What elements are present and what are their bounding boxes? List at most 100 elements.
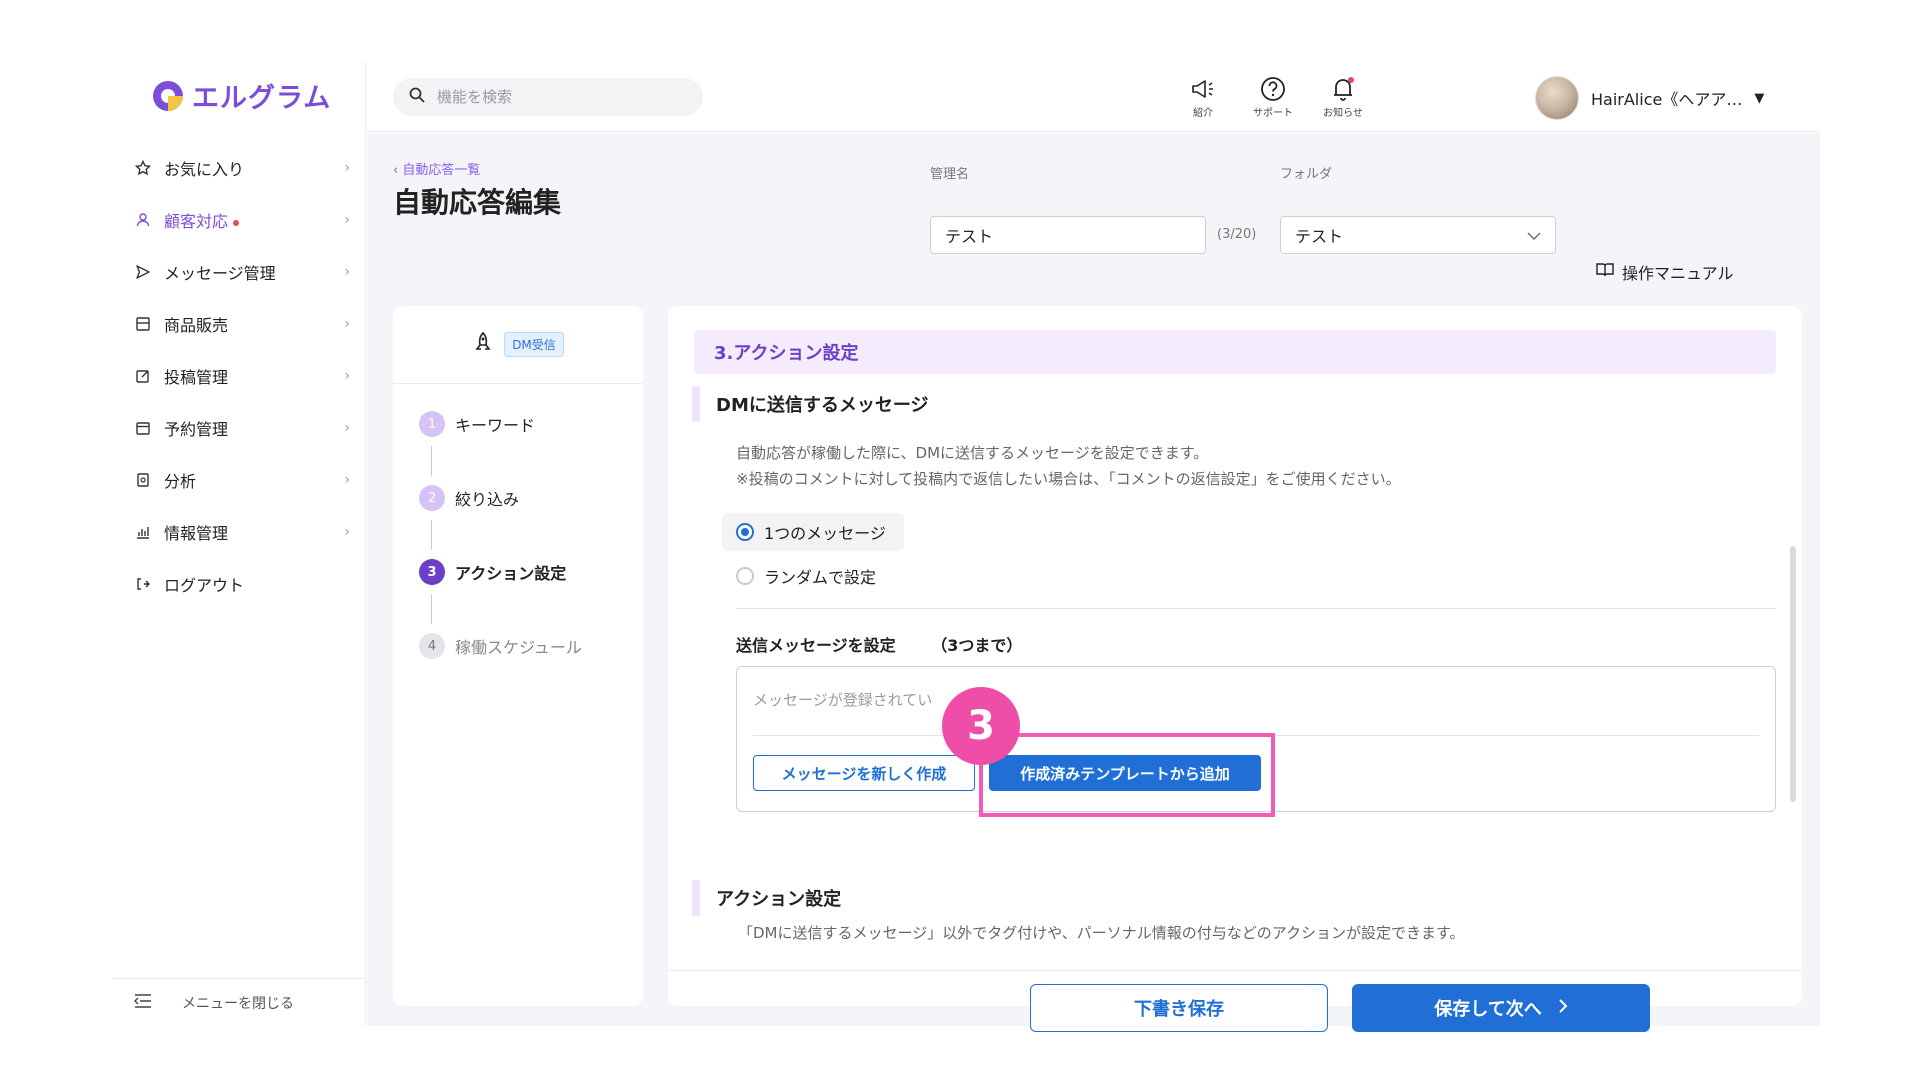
save-next-button[interactable]: 保存して次へ <box>1352 984 1650 1032</box>
notifications-button[interactable]: お知らせ <box>1315 74 1371 119</box>
calendar-icon <box>134 419 152 437</box>
sidebar-item-logout[interactable]: ログアウト <box>112 558 366 610</box>
section-divider <box>736 608 1776 609</box>
star-icon <box>134 159 152 177</box>
create-message-button[interactable]: メッセージを新しく作成 <box>753 755 975 791</box>
sidebar-item-label: メッセージ管理 <box>164 264 276 283</box>
trigger-header: DM受信 <box>393 306 643 384</box>
brand-name: エルグラム <box>192 83 332 114</box>
sidebar-item-sales[interactable]: 商品販売 › <box>112 298 366 350</box>
folder-value: テスト <box>1295 227 1344 246</box>
logout-icon <box>134 575 152 593</box>
step-connector <box>431 520 432 550</box>
logo-icon <box>150 78 186 114</box>
chevron-right-icon: › <box>344 316 350 332</box>
breadcrumb[interactable]: ‹ 自動応答一覧 <box>393 159 480 178</box>
close-menu-button[interactable]: メニューを閉じる <box>112 978 366 1026</box>
section-title: 3.アクション設定 <box>694 330 1776 374</box>
step-number: 3 <box>419 559 445 585</box>
menu-collapse-icon <box>134 993 152 1013</box>
sidebar-item-reservations[interactable]: 予約管理 › <box>112 402 366 454</box>
brand-logo[interactable]: エルグラム <box>150 76 331 115</box>
radio-checked-icon <box>736 523 754 541</box>
scrollbar[interactable] <box>1790 546 1796 802</box>
manual-link[interactable]: 操作マニュアル <box>1596 260 1734 284</box>
sidebar: エルグラム お気に入り › 顧客対応 › メッセージ管理 › 商品販売 › 投稿… <box>112 62 366 1026</box>
sidebar-item-analytics[interactable]: 分析 › <box>112 454 366 506</box>
save-draft-button[interactable]: 下書き保存 <box>1030 984 1328 1032</box>
folder-select[interactable]: テスト <box>1280 216 1556 254</box>
radio-single-message[interactable]: 1つのメッセージ <box>722 513 904 551</box>
sidebar-item-label: 商品販売 <box>164 316 229 335</box>
step-keyword[interactable]: 1 キーワード <box>419 411 535 437</box>
user-menu[interactable]: HairAlice《ヘアア… ▼ <box>1535 76 1764 120</box>
chevron-right-icon: › <box>344 264 350 280</box>
name-label: 管理名 <box>930 167 970 182</box>
send-icon <box>134 263 152 281</box>
manual-label: 操作マニュアル <box>1622 264 1734 283</box>
sidebar-item-label: お気に入り <box>164 160 245 179</box>
step-connector <box>431 594 432 624</box>
user-name: HairAlice《ヘアア… <box>1591 90 1743 109</box>
search-bar[interactable] <box>393 78 703 116</box>
chevron-right-icon: › <box>344 420 350 436</box>
caret-down-icon: ▼ <box>1754 90 1765 106</box>
close-menu-label: メニューを閉じる <box>182 995 294 1012</box>
content-area: ‹ 自動応答一覧 自動応答編集 管理名 テスト (3/20) フォルダ テスト … <box>367 133 1820 1032</box>
support-button[interactable]: サポート <box>1245 74 1301 119</box>
sidebar-item-posts[interactable]: 投稿管理 › <box>112 350 366 402</box>
radio-label: ランダムで設定 <box>764 568 877 587</box>
intro-label: 紹介 <box>1193 108 1213 119</box>
chevron-right-icon: › <box>344 472 350 488</box>
help-icon <box>1245 74 1301 104</box>
sidebar-item-label: 顧客対応 <box>164 212 229 231</box>
store-icon <box>134 315 152 333</box>
app-window: エルグラム お気に入り › 顧客対応 › メッセージ管理 › 商品販売 › 投稿… <box>112 62 1820 1032</box>
dm-desc-line2: ※投稿のコメントに対して投稿内で返信したい場合は、「コメントの返信設定」をご使用… <box>736 470 1401 488</box>
radio-random[interactable]: ランダムで設定 <box>722 557 894 595</box>
chevron-right-icon: › <box>344 368 350 384</box>
search-input[interactable] <box>437 88 677 106</box>
search-icon <box>409 87 425 107</box>
chevron-right-icon: › <box>344 212 350 228</box>
sidebar-item-favorites[interactable]: お気に入り › <box>112 142 366 194</box>
step-label: 稼働スケジュール <box>455 638 582 657</box>
breadcrumb-link[interactable]: 自動応答一覧 <box>402 163 480 178</box>
folder-label: フォルダ <box>1280 167 1333 182</box>
radio-unchecked-icon <box>736 567 754 585</box>
book-icon <box>1596 262 1614 282</box>
notifications-label: お知らせ <box>1323 108 1363 119</box>
send-message-title: 送信メッセージを設定 （3つまで） <box>736 632 1022 656</box>
step-number: 2 <box>419 485 445 511</box>
step-label: 絞り込み <box>455 490 520 509</box>
notification-dot <box>233 219 240 226</box>
heading-accent <box>692 386 700 422</box>
avatar <box>1535 76 1579 120</box>
step-filter[interactable]: 2 絞り込み <box>419 485 519 511</box>
chart-icon <box>134 523 152 541</box>
step-action[interactable]: 3 アクション設定 <box>419 559 566 585</box>
dm-desc-line1: 自動応答が稼働した際に、DMに送信するメッセージを設定できます。 <box>736 444 1209 462</box>
action-heading-text: アクション設定 <box>716 889 842 910</box>
bell-icon <box>1315 74 1371 104</box>
sidebar-item-customer[interactable]: 顧客対応 › <box>112 194 366 246</box>
chevron-right-icon: › <box>344 524 350 540</box>
sidebar-item-label: 情報管理 <box>164 524 229 543</box>
sidebar-item-label: 投稿管理 <box>164 368 229 387</box>
rocket-icon <box>472 331 494 359</box>
name-input[interactable]: テスト <box>930 216 1206 254</box>
sidebar-item-label: 予約管理 <box>164 420 229 439</box>
sidebar-item-messages[interactable]: メッセージ管理 › <box>112 246 366 298</box>
page-title: 自動応答編集 <box>393 186 562 219</box>
step-schedule[interactable]: 4 稼働スケジュール <box>419 633 582 659</box>
chevron-down-icon <box>1527 226 1541 245</box>
chevron-right-icon: › <box>344 160 350 176</box>
intro-button[interactable]: 紹介 <box>1175 74 1231 119</box>
dm-heading-text: DMに送信するメッセージ <box>716 395 929 416</box>
megaphone-icon <box>1175 74 1231 104</box>
step-connector <box>431 446 432 476</box>
save-next-label: 保存して次へ <box>1434 999 1542 1020</box>
radio-label: 1つのメッセージ <box>764 524 886 543</box>
sidebar-item-info[interactable]: 情報管理 › <box>112 506 366 558</box>
send-title-text: 送信メッセージを設定 <box>736 636 896 655</box>
